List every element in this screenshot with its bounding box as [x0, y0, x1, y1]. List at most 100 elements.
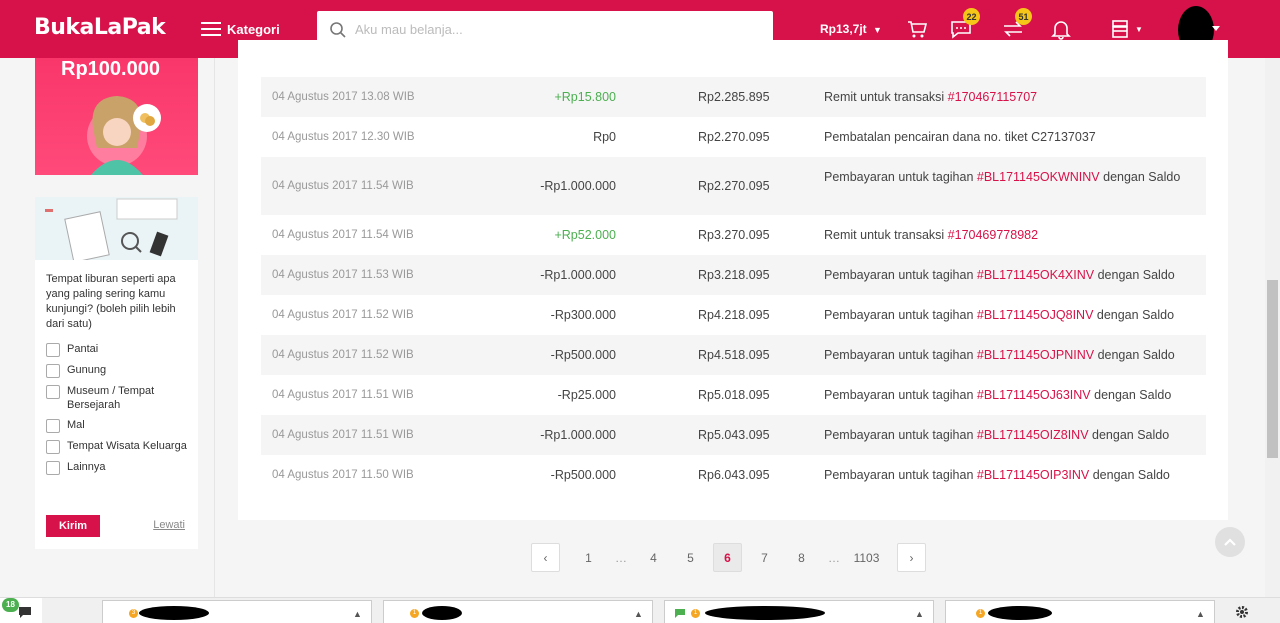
- description-suffix: dengan Saldo: [1089, 468, 1170, 482]
- chat-launcher-badge: 18: [2, 598, 19, 612]
- transaction-row: 04 Agustus 2017 11.54 WIB -Rp1.000.000 Rp2…: [261, 157, 1206, 215]
- next-page-button[interactable]: ›: [897, 543, 926, 572]
- chevron-up-icon[interactable]: ▲: [1196, 609, 1205, 619]
- unread-badge: 1: [976, 609, 985, 618]
- transaction-ref-link[interactable]: #BL171145OK4XINV: [977, 268, 1094, 282]
- bukalapak-logo[interactable]: BukaLaPak: [34, 15, 166, 40]
- transaction-balance: Rp6.043.095: [698, 468, 770, 482]
- transaction-date: 04 Agustus 2017 11.53 WIB: [272, 269, 414, 281]
- transaction-balance: Rp5.043.095: [698, 428, 770, 442]
- transaction-date: 04 Agustus 2017 11.54 WIB: [272, 180, 414, 192]
- chat-tab[interactable]: 1 ▲: [664, 600, 934, 623]
- transaction-row: 04 Agustus 2017 11.53 WIB -Rp1.000.000 Rp3…: [261, 255, 1206, 295]
- redacted-name: [422, 606, 462, 620]
- transaction-ref-link[interactable]: #BL171145OIP3INV: [977, 468, 1089, 482]
- transaction-balance: Rp3.218.095: [698, 268, 770, 282]
- description-text: Pembayaran untuk tagihan: [824, 170, 977, 184]
- transaction-ref-link[interactable]: #170467115707: [948, 90, 1037, 104]
- chat-settings-button[interactable]: [1232, 602, 1252, 622]
- transaction-date: 04 Agustus 2017 11.52 WIB: [272, 309, 414, 321]
- transaction-balance: Rp2.270.095: [698, 130, 770, 144]
- skip-survey-link[interactable]: Lewati: [153, 519, 185, 531]
- transaction-date: 04 Agustus 2017 11.50 WIB: [272, 469, 414, 481]
- gear-icon: [1236, 606, 1248, 618]
- page-link[interactable]: 8: [787, 543, 816, 572]
- transaction-ref-link[interactable]: #BL171145OJQ8INV: [977, 308, 1094, 322]
- transaction-date: 04 Agustus 2017 11.51 WIB: [272, 389, 414, 401]
- saldo-amount: Rp13,7jt: [820, 22, 867, 36]
- checkbox[interactable]: [46, 343, 60, 357]
- option-lainnya[interactable]: Lainnya: [35, 460, 198, 475]
- option-wisata-keluarga[interactable]: Tempat Wisata Keluarga: [35, 439, 198, 454]
- survey-question: Tempat liburan seperti apa yang paling s…: [46, 273, 176, 330]
- chevron-right-icon: ›: [909, 550, 914, 565]
- checkbox[interactable]: [46, 419, 60, 433]
- description-text: Pembayaran untuk tagihan: [824, 388, 977, 402]
- prev-page-button[interactable]: ‹: [531, 543, 560, 572]
- chat-tab[interactable]: 1 ▲: [945, 600, 1215, 623]
- page-link[interactable]: 1: [574, 543, 603, 572]
- unread-badge: 3: [129, 609, 138, 618]
- redacted-name: [988, 606, 1052, 620]
- chat-icon: [19, 607, 31, 618]
- page-link[interactable]: 6: [713, 543, 742, 572]
- transaction-amount: -Rp1.000.000: [540, 268, 616, 282]
- description-suffix: dengan Saldo: [1099, 170, 1181, 184]
- survey-card: Tempat liburan seperti apa yang paling s…: [35, 197, 198, 549]
- transaction-row: 04 Agustus 2017 11.52 WIB -Rp300.000 Rp4.2…: [261, 295, 1206, 335]
- page-link[interactable]: 5: [676, 543, 705, 572]
- redacted-name: [705, 606, 825, 620]
- checkbox[interactable]: [46, 364, 60, 378]
- chat-tab[interactable]: 1 ▲: [383, 600, 653, 623]
- saldo-dropdown[interactable]: Rp13,7jt ▼: [820, 22, 882, 36]
- page-link[interactable]: 1103: [852, 543, 881, 572]
- option-gunung[interactable]: Gunung: [35, 363, 198, 378]
- checkbox[interactable]: [46, 461, 60, 475]
- transaction-ref-link[interactable]: #BL171145OIZ8INV: [977, 428, 1089, 442]
- transaction-balance: Rp4.518.095: [698, 348, 770, 362]
- unread-badge: 1: [691, 609, 700, 618]
- description-text: Pembayaran untuk tagihan: [824, 348, 977, 362]
- transaction-ref-link[interactable]: #BL171145OJ63INV: [977, 388, 1091, 402]
- transaction-description: Pembayaran untuk tagihan #BL171145OIZ8IN…: [824, 426, 1199, 444]
- transaction-row: 04 Agustus 2017 11.54 WIB +Rp52.000 Rp3.27…: [261, 215, 1206, 255]
- transaction-description: Pembatalan pencairan dana no. tiket C271…: [824, 128, 1199, 146]
- description-text: Remit untuk transaksi: [824, 90, 948, 104]
- page-list: 1 … 4 5 6 7 8 … 1103: [570, 543, 885, 572]
- chat-launcher[interactable]: 18: [0, 598, 42, 623]
- hamburger-icon: [201, 22, 221, 36]
- transaction-amount: -Rp300.000: [550, 308, 616, 322]
- description-text: Pembatalan pencairan dana no. tiket C271…: [824, 130, 1096, 144]
- kategori-menu[interactable]: Kategori: [201, 18, 280, 40]
- scroll-to-top-button[interactable]: [1215, 527, 1245, 557]
- description-suffix: dengan Saldo: [1088, 428, 1170, 442]
- redacted-name: [139, 606, 209, 620]
- chat-count-badge: 22: [963, 8, 980, 25]
- transaction-date: 04 Agustus 2017 12.30 WIB: [272, 131, 415, 143]
- search-input[interactable]: [355, 22, 755, 37]
- page-link[interactable]: 4: [639, 543, 668, 572]
- transaction-amount: +Rp15.800: [554, 90, 616, 104]
- option-museum[interactable]: Museum / Tempat Bersejarah: [35, 384, 198, 412]
- page-link[interactable]: 7: [750, 543, 779, 572]
- submit-survey-button[interactable]: Kirim: [46, 515, 100, 537]
- chevron-up-icon[interactable]: ▲: [915, 609, 924, 619]
- transaction-row: 04 Agustus 2017 11.52 WIB -Rp500.000 Rp4.5…: [261, 335, 1206, 375]
- chevron-up-icon[interactable]: ▲: [353, 609, 362, 619]
- checkbox[interactable]: [46, 440, 60, 454]
- promo-banner[interactable]: Rp100.000: [35, 58, 198, 175]
- description-text: Pembayaran untuk tagihan: [824, 468, 977, 482]
- scrollbar-thumb[interactable]: [1267, 280, 1278, 458]
- chat-tab[interactable]: 3 ▲: [102, 600, 372, 623]
- chevron-up-icon[interactable]: ▲: [634, 609, 643, 619]
- transaction-description: Pembayaran untuk tagihan #BL171145OJPNIN…: [824, 346, 1199, 364]
- option-pantai[interactable]: Pantai: [35, 342, 198, 357]
- transaction-ref-link[interactable]: #BL171145OJPNINV: [977, 348, 1094, 362]
- option-mal[interactable]: Mal: [35, 418, 198, 433]
- chevron-down-icon[interactable]: [1212, 26, 1220, 31]
- transaction-ref-link[interactable]: #170469778982: [948, 228, 1038, 242]
- transaction-amount: -Rp500.000: [550, 348, 616, 362]
- transaction-date: 04 Agustus 2017 11.54 WIB: [272, 229, 414, 241]
- checkbox[interactable]: [46, 385, 60, 399]
- transaction-ref-link[interactable]: #BL171145OKWNINV: [977, 170, 1100, 184]
